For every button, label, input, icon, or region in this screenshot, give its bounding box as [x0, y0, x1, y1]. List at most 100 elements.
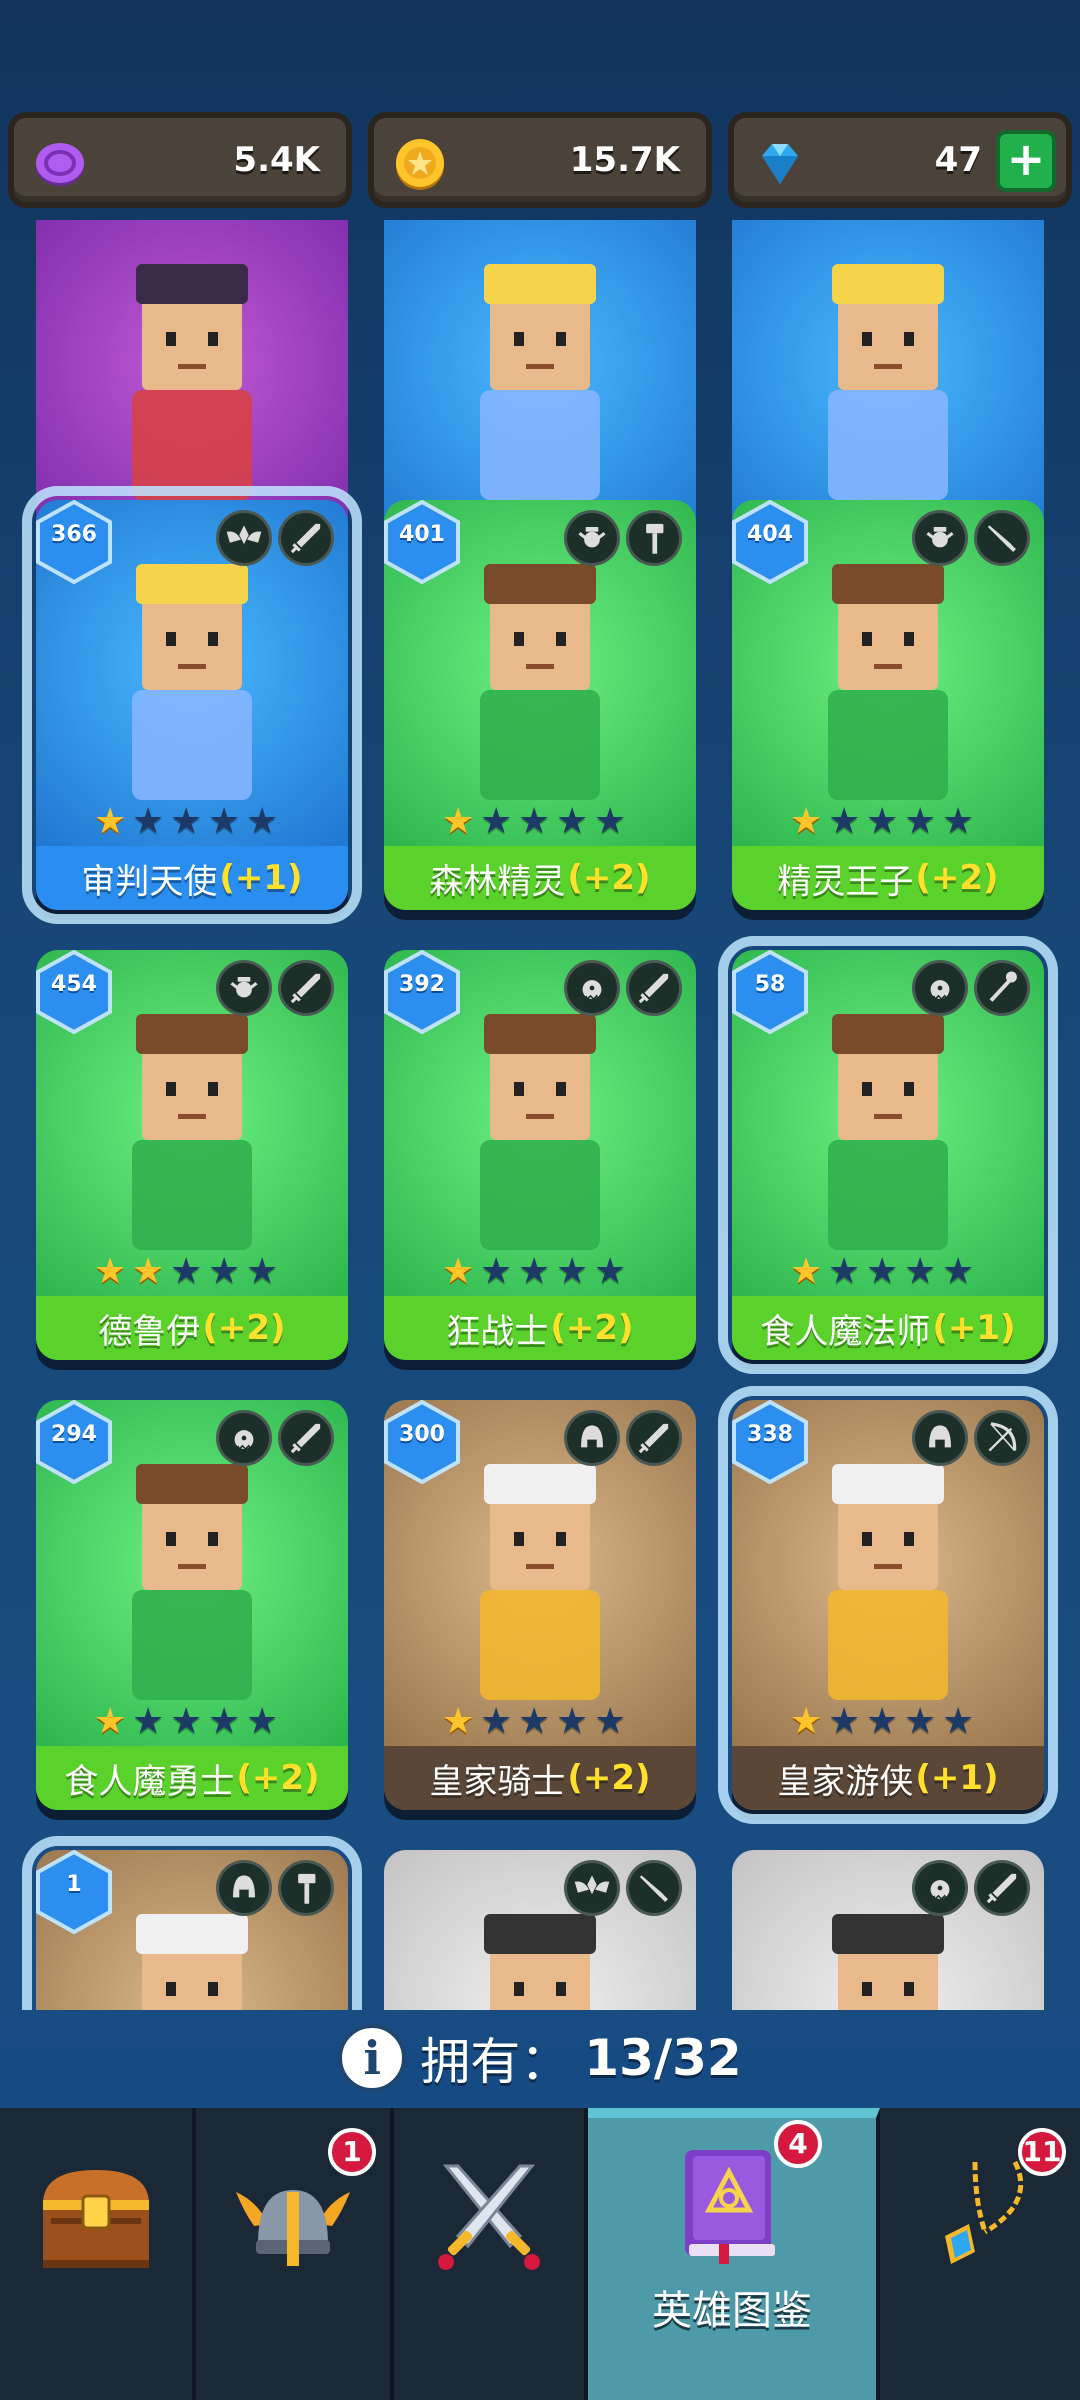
currency-bar: 5.4K 15.7K 47 +: [8, 112, 1072, 208]
weapon-trait[interactable]: [974, 510, 1030, 566]
hero-name-bar: 德鲁伊 (+2): [36, 1296, 348, 1360]
sword-icon: [638, 1423, 669, 1454]
race-trait[interactable]: [216, 960, 272, 1016]
weapon-trait[interactable]: [974, 960, 1030, 1016]
level-value: 454: [51, 972, 97, 997]
star-empty-icon: ★: [866, 1251, 899, 1292]
weapon-trait[interactable]: [626, 1860, 682, 1916]
star-empty-icon: ★: [594, 1251, 627, 1292]
dagger-icon: [639, 1875, 668, 1902]
nav-battle[interactable]: [394, 2108, 588, 2400]
hero-card[interactable]: ★ ★ ★ ★ ★ 审判天使 (+1) 366: [22, 486, 362, 924]
hero-card[interactable]: ★ ★ ★ ★ ★ 皇家游侠 (+1) 338: [718, 1386, 1058, 1824]
level-badge: 300: [384, 1400, 460, 1485]
hero-card[interactable]: ★ ★ ★ ★ ★ 精灵王子 (+2) 404: [732, 500, 1044, 910]
treasure-chest-icon: [43, 2170, 149, 2268]
hero-card[interactable]: ★ ★ ★ ★ ★ 食人魔法师 (+1) 58: [718, 936, 1058, 1374]
star-empty-icon: ★: [594, 1701, 627, 1742]
level-value: 338: [747, 1422, 793, 1447]
info-icon[interactable]: i: [338, 2024, 407, 2092]
purple-coin-value: 5.4K: [233, 140, 320, 180]
weapon-trait[interactable]: [278, 1410, 334, 1466]
hero-bonus: (+2): [567, 1758, 651, 1798]
bottom-nav: 1 英雄图鉴 4 11: [0, 2108, 1080, 2400]
star-empty-icon: ★: [828, 801, 861, 842]
hero-portrait: [132, 264, 252, 500]
star-filled-icon: ★: [790, 1701, 823, 1742]
hero-card[interactable]: ★ ★ ★ ★ ★ 皇家骑士 (+2) 300: [384, 1400, 696, 1810]
hero-card[interactable]: 1: [22, 1836, 362, 2010]
star-rating: ★★★★★: [442, 1254, 630, 1290]
star-empty-icon: ★: [480, 1701, 513, 1742]
race-trait[interactable]: [912, 510, 968, 566]
race-trait[interactable]: [912, 1860, 968, 1916]
star-filled-icon: ★: [442, 1251, 475, 1292]
ogre-icon: [582, 980, 602, 1001]
star-rating: ★★★★★: [442, 804, 630, 840]
purple-coin-pill[interactable]: 5.4K: [8, 112, 352, 208]
star-empty-icon: ★: [866, 1701, 899, 1742]
weapon-trait[interactable]: [974, 1410, 1030, 1466]
weapon-trait[interactable]: [626, 510, 682, 566]
star-empty-icon: ★: [246, 1701, 279, 1742]
race-trait[interactable]: [564, 1410, 620, 1466]
star-empty-icon: ★: [942, 801, 975, 842]
star-filled-icon: ★: [132, 1251, 165, 1292]
owned-count: 13/32: [584, 2029, 742, 2087]
level-badge: 454: [36, 950, 112, 1035]
hero-name-bar: 狂战士 (+2): [384, 1296, 696, 1360]
star-empty-icon: ★: [518, 1251, 551, 1292]
race-trait[interactable]: [216, 1860, 272, 1916]
race-trait[interactable]: [564, 1860, 620, 1916]
weapon-trait[interactable]: [626, 960, 682, 1016]
weapon-trait[interactable]: [278, 1860, 334, 1916]
race-trait[interactable]: [216, 510, 272, 566]
hero-bonus: (+2): [202, 1308, 286, 1348]
hero-name: 狂战士: [446, 1311, 549, 1352]
weapon-trait[interactable]: [974, 1860, 1030, 1916]
nav-hero-codex[interactable]: 英雄图鉴 4: [588, 2108, 880, 2400]
race-trait[interactable]: [912, 960, 968, 1016]
star-empty-icon: ★: [828, 1701, 861, 1742]
hammer-icon: [646, 523, 664, 554]
hero-card[interactable]: [384, 1850, 696, 2010]
hero-card[interactable]: ★ ★ ★ ★ ★ 森林精灵 (+2) 401: [384, 500, 696, 910]
gold-coin-pill[interactable]: 15.7K: [368, 112, 712, 208]
hero-bonus: (+2): [236, 1758, 320, 1798]
star-filled-icon: ★: [790, 1251, 823, 1292]
nav-heroes[interactable]: 1: [196, 2108, 394, 2400]
elf-icon: [578, 527, 606, 548]
gem-pill[interactable]: 47 +: [728, 112, 1072, 208]
level-badge: 404: [732, 500, 808, 585]
star-empty-icon: ★: [480, 1251, 513, 1292]
add-gem-button[interactable]: +: [996, 130, 1056, 192]
weapon-trait[interactable]: [278, 510, 334, 566]
elf-icon: [230, 977, 258, 998]
owned-label: 拥有：: [420, 2033, 571, 2091]
hero-card[interactable]: [732, 1850, 1044, 2010]
star-empty-icon: ★: [246, 1251, 279, 1292]
weapon-trait[interactable]: [626, 1410, 682, 1466]
race-trait[interactable]: [564, 510, 620, 566]
nav-artifacts[interactable]: 11: [880, 2108, 1080, 2400]
race-trait[interactable]: [216, 1410, 272, 1466]
star-rating: ★★★★★: [790, 804, 978, 840]
sword-icon: [290, 1423, 321, 1454]
hero-name-bar: 皇家骑士 (+2): [384, 1746, 696, 1810]
level-badge: 338: [732, 1400, 808, 1485]
purple-coin-icon: [36, 143, 84, 186]
hero-grid[interactable]: ★★★★★痛苦女王(+3)★★★★★恶魔战士(+2)★★★★★风行者(+2)★★…: [0, 220, 1080, 2010]
star-empty-icon: ★: [594, 801, 627, 842]
hero-name-bar: 审判天使 (+1): [36, 846, 348, 910]
hero-card[interactable]: ★ ★ ★ ★ ★ 德鲁伊 (+2) 454: [36, 950, 348, 1360]
hero-card[interactable]: ★ ★ ★ ★ ★ 狂战士 (+2) 392: [384, 950, 696, 1360]
hero-card[interactable]: ★ ★ ★ ★ ★ 食人魔勇士 (+2) 294: [36, 1400, 348, 1810]
star-empty-icon: ★: [208, 1701, 241, 1742]
crossed-swords-icon: [438, 2164, 540, 2270]
weapon-trait[interactable]: [278, 960, 334, 1016]
sword-icon: [290, 973, 321, 1004]
race-trait[interactable]: [912, 1410, 968, 1466]
gold-coin-value: 15.7K: [569, 140, 680, 180]
race-trait[interactable]: [564, 960, 620, 1016]
nav-chest[interactable]: [0, 2108, 196, 2400]
